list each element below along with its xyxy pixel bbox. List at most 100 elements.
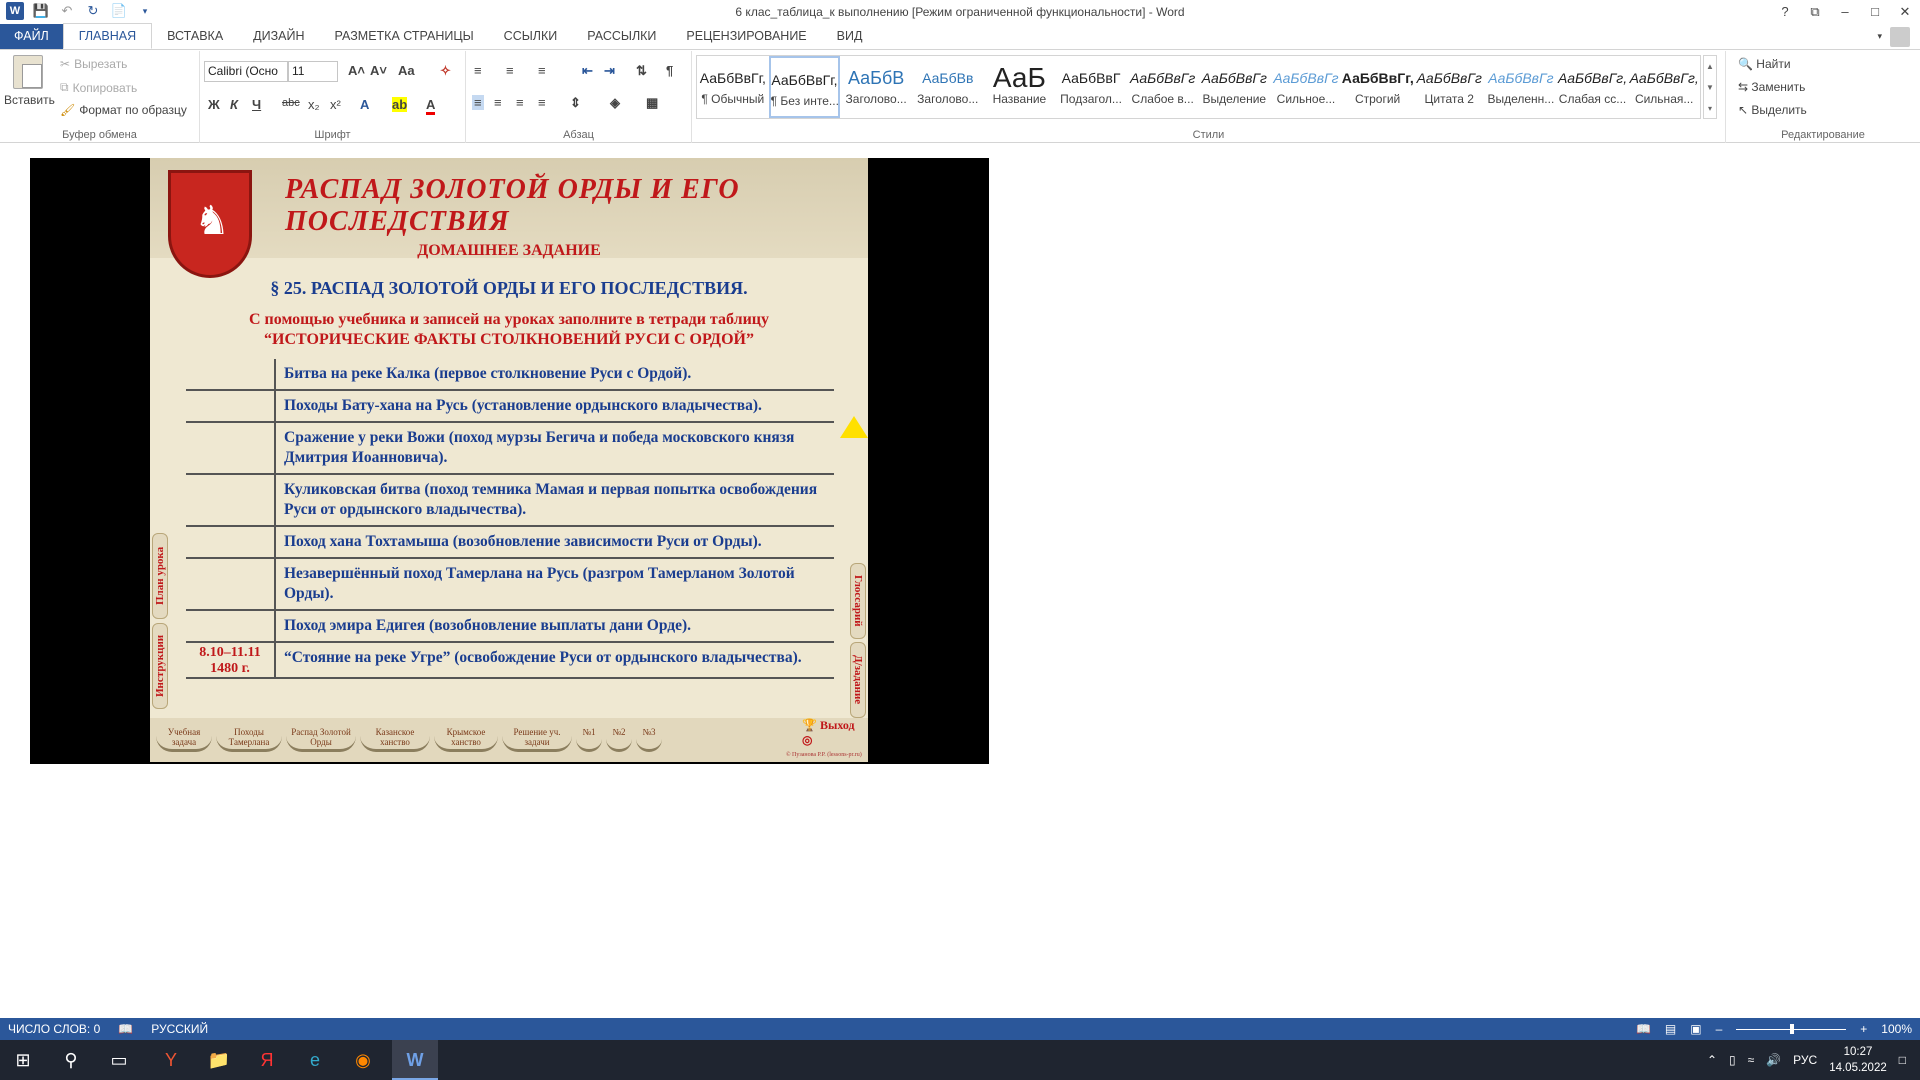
bullets-icon[interactable]: ≡ xyxy=(474,63,482,78)
superscript-button[interactable]: x² xyxy=(330,97,341,112)
tab-references[interactable]: ССЫЛКИ xyxy=(489,24,573,49)
multilevel-list-icon[interactable]: ≡ xyxy=(538,63,546,78)
font-size-select[interactable]: 11 xyxy=(288,61,338,82)
align-center-icon[interactable]: ≡ xyxy=(494,95,502,110)
tab-home[interactable]: ГЛАВНАЯ xyxy=(62,23,153,49)
style-item[interactable]: АаБбВвГг, ¶ Без инте... xyxy=(768,56,841,118)
sort-icon[interactable]: ⇅ xyxy=(636,63,647,79)
slide-nav-button[interactable]: №1 xyxy=(576,724,602,752)
underline-button[interactable]: Ч xyxy=(252,97,261,112)
copy-button[interactable]: ⧉ Копировать xyxy=(60,80,137,95)
style-item[interactable]: АаБбВвГ Подзагол... xyxy=(1055,56,1127,118)
read-mode-icon[interactable]: 📖 xyxy=(1636,1022,1651,1036)
firefox-icon[interactable]: ◉ xyxy=(340,1040,386,1080)
clear-formatting-icon[interactable]: ✧ xyxy=(440,63,451,79)
language-status[interactable]: РУССКИЙ xyxy=(151,1022,208,1036)
styles-gallery-scroll[interactable]: ▲ ▼ ▾ xyxy=(1703,55,1717,119)
volume-icon[interactable]: 🔊 xyxy=(1766,1053,1781,1067)
style-item[interactable]: АаБбВвГг Слабое в... xyxy=(1127,56,1199,118)
close-button[interactable]: ✕ xyxy=(1890,0,1920,24)
style-item[interactable]: АаБбВ Заголово... xyxy=(840,56,912,118)
homework-tab[interactable]: Д/задание xyxy=(850,642,866,718)
ribbon-display-button[interactable]: ⧉ xyxy=(1800,0,1830,24)
tray-expand-icon[interactable]: ⌃ xyxy=(1707,1053,1717,1067)
bold-button[interactable]: Ж xyxy=(208,97,220,112)
search-icon[interactable]: ⚲ xyxy=(48,1040,94,1080)
yandex-browser-icon[interactable]: Y xyxy=(148,1040,194,1080)
slide-nav-button[interactable]: №3 xyxy=(636,724,662,752)
text-effects-button[interactable]: A xyxy=(360,97,369,112)
word-taskbar-icon[interactable]: W xyxy=(392,1040,438,1080)
style-item[interactable]: АаБбВвГг, Сильная... xyxy=(1628,56,1700,118)
subscript-button[interactable]: x₂ xyxy=(308,97,320,112)
numbering-icon[interactable]: ≡ xyxy=(506,63,514,78)
edge-icon[interactable]: e xyxy=(292,1040,338,1080)
tab-view[interactable]: ВИД xyxy=(822,24,878,49)
slide-nav-button[interactable]: Учебная задача xyxy=(156,724,212,752)
slide-nav-button[interactable]: Крымское ханство xyxy=(434,724,498,752)
tab-review[interactable]: РЕЦЕНЗИРОВАНИЕ xyxy=(671,24,821,49)
style-item[interactable]: АаБбВвГг, Слабая сс... xyxy=(1557,56,1629,118)
paste-button[interactable]: Вставить xyxy=(4,55,55,107)
style-item[interactable]: АаБбВвГг Выделенн... xyxy=(1485,56,1557,118)
font-color-button[interactable]: A xyxy=(426,97,436,115)
style-item[interactable]: АаБбВвГг, Строгий xyxy=(1342,56,1414,118)
style-item[interactable]: АаБбВв Заголово... xyxy=(912,56,984,118)
format-painter-button[interactable]: 🖌 Формат по образцу xyxy=(60,103,187,117)
proofing-icon[interactable]: 📖 xyxy=(118,1022,133,1036)
style-item[interactable]: АаБбВвГг Выделение xyxy=(1199,56,1271,118)
help-button[interactable]: ? xyxy=(1770,0,1800,24)
web-layout-icon[interactable]: ▣ xyxy=(1690,1022,1701,1036)
tab-insert[interactable]: ВСТАВКА xyxy=(152,24,238,49)
zoom-slider[interactable] xyxy=(1736,1023,1847,1034)
align-right-icon[interactable]: ≡ xyxy=(516,95,524,110)
zoom-out-button[interactable]: – xyxy=(1716,1022,1723,1036)
glossary-tab[interactable]: Глоссарий xyxy=(850,563,866,639)
slide-nav-button[interactable]: Казанское ханство xyxy=(360,724,430,752)
increase-indent-icon[interactable]: ⇥ xyxy=(604,63,615,79)
task-view-icon[interactable]: ▭ xyxy=(96,1040,142,1080)
account-dropdown-icon[interactable]: ▾ xyxy=(1877,27,1882,47)
change-case-button[interactable]: Aa xyxy=(398,63,415,78)
lesson-plan-tab[interactable]: План урока xyxy=(152,533,168,619)
style-item[interactable]: АаБбВвГг, ¶ Обычный xyxy=(697,56,769,118)
tab-layout[interactable]: РАЗМЕТКА СТРАНИЦЫ xyxy=(320,24,489,49)
find-button[interactable]: 🔍 Найти xyxy=(1738,57,1791,71)
zoom-in-button[interactable]: + xyxy=(1860,1022,1867,1036)
notifications-icon[interactable]: □ xyxy=(1899,1053,1906,1067)
italic-button[interactable]: К xyxy=(230,97,238,112)
strikethrough-button[interactable]: abc xyxy=(282,97,300,109)
tab-file[interactable]: ФАЙЛ xyxy=(0,24,63,49)
font-family-select[interactable]: Calibri (Осно xyxy=(204,61,288,82)
input-language[interactable]: РУС xyxy=(1793,1053,1817,1067)
file-explorer-icon[interactable]: 📁 xyxy=(196,1040,242,1080)
tab-mailings[interactable]: РАССЫЛКИ xyxy=(572,24,671,49)
shrink-font-button[interactable]: A˅ xyxy=(370,63,387,78)
yandex-icon[interactable]: Я xyxy=(244,1040,290,1080)
slide-nav-button[interactable]: №2 xyxy=(606,724,632,752)
exit-button[interactable]: 🏆 Выход ◎ xyxy=(802,718,868,748)
grow-font-button[interactable]: A˄ xyxy=(348,63,365,78)
minimize-button[interactable]: – xyxy=(1830,0,1860,24)
zoom-level[interactable]: 100% xyxy=(1881,1022,1912,1036)
line-spacing-icon[interactable]: ⇕ xyxy=(570,95,581,111)
show-marks-button[interactable]: ¶ xyxy=(666,63,673,78)
style-item[interactable]: АаБбВвГг Сильное... xyxy=(1270,56,1342,118)
word-count[interactable]: ЧИСЛО СЛОВ: 0 xyxy=(8,1022,100,1036)
justify-icon[interactable]: ≡ xyxy=(538,95,546,110)
align-left-icon[interactable]: ≡ xyxy=(472,95,484,110)
maximize-button[interactable]: □ xyxy=(1860,0,1890,24)
style-item[interactable]: АаБ Название xyxy=(984,56,1056,118)
windows-start-icon[interactable]: ⊞ xyxy=(0,1040,46,1080)
avatar[interactable] xyxy=(1890,27,1910,47)
decrease-indent-icon[interactable]: ⇤ xyxy=(582,63,593,79)
slide-nav-button[interactable]: Походы Тамерлана xyxy=(216,724,282,752)
replace-button[interactable]: ⇆ Заменить xyxy=(1738,80,1805,94)
tab-design[interactable]: ДИЗАЙН xyxy=(238,24,319,49)
style-item[interactable]: АаБбВвГг Цитата 2 xyxy=(1413,56,1485,118)
battery-icon[interactable]: ▯ xyxy=(1729,1053,1736,1067)
highlight-button[interactable]: ab xyxy=(392,97,408,112)
slide-nav-button[interactable]: Решение уч. задачи xyxy=(502,724,572,752)
clock[interactable]: 10:27 14.05.2022 xyxy=(1829,1044,1887,1076)
cut-button[interactable]: ✂ Вырезать xyxy=(60,57,127,71)
